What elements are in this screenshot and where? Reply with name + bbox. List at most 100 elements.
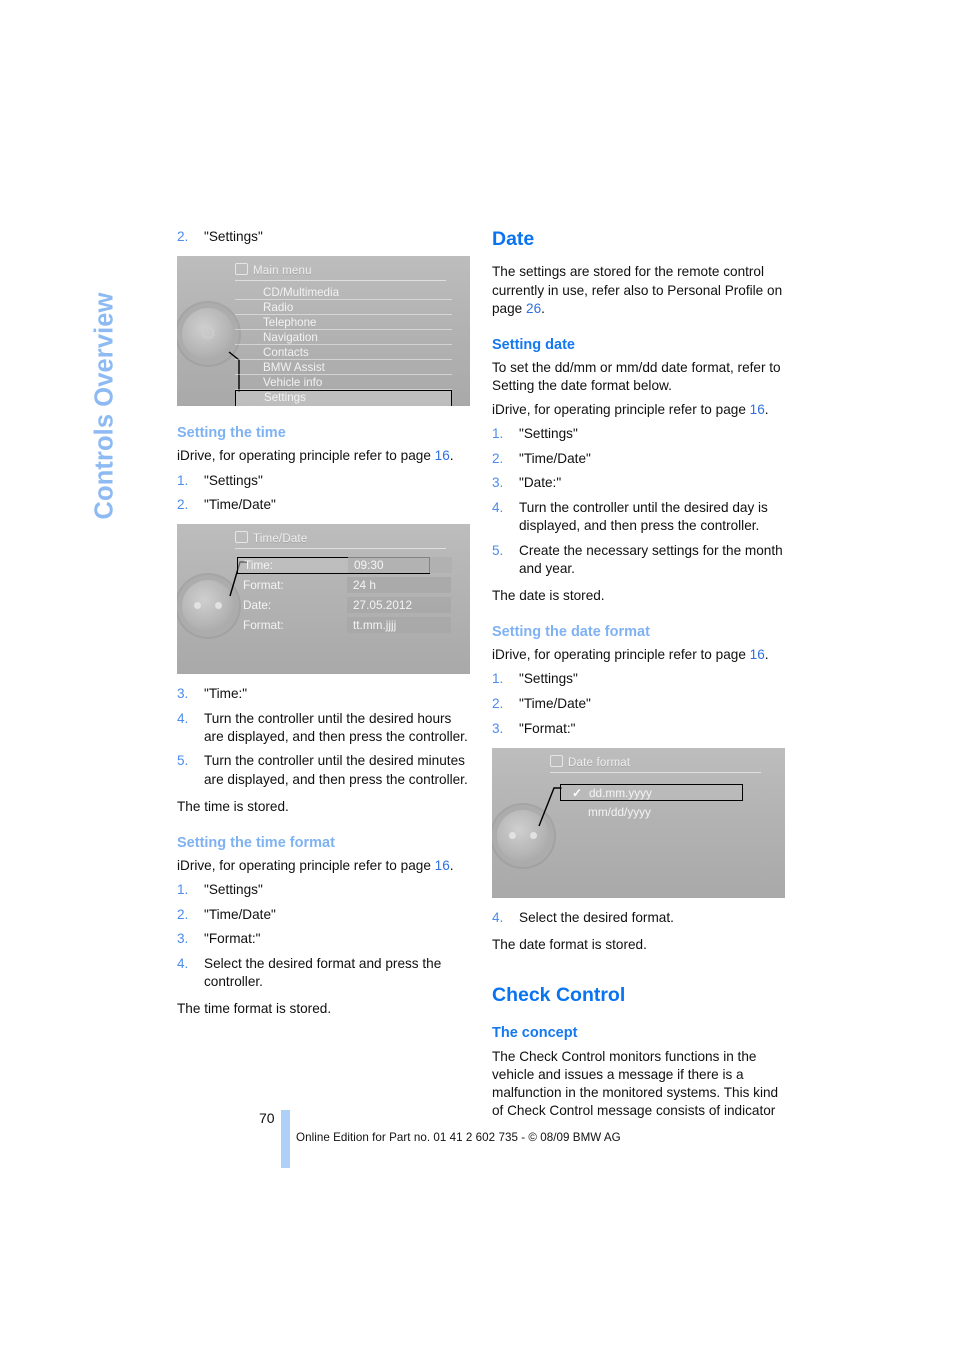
step-text: "Settings" (204, 472, 263, 488)
date-format-value: tt.mm.jjjj (347, 617, 451, 634)
date-value: 27.05.2012 (347, 597, 451, 614)
step-text: "Settings" (519, 426, 578, 442)
page-reference[interactable]: 16 (750, 647, 765, 662)
date-label: Date: (243, 598, 272, 613)
list-item: 1. "Settings" (177, 881, 470, 899)
date-row[interactable]: Date: 27.05.2012 (237, 597, 451, 614)
step-text: Select the desired format. (519, 909, 674, 925)
check-control-body: The Check Control monitors functions in … (492, 1048, 779, 1118)
step-number: 1. (492, 426, 504, 442)
menu-item-cd-multimedia[interactable]: CD/Multimedia (235, 285, 452, 301)
menu-item-radio[interactable]: Radio (235, 300, 452, 316)
time-format-row[interactable]: Format: 24 h (237, 577, 451, 594)
list-item: 4. Select the desired format and press t… (177, 955, 470, 991)
footer-accent-bar (281, 1110, 290, 1168)
page-reference[interactable]: 16 (435, 858, 450, 873)
chapter-tab: Controls Overview (90, 292, 119, 520)
list-item: 4. Turn the controller until the desired… (492, 499, 785, 535)
heading-the-concept: The concept (492, 1025, 578, 1042)
list-item: 4. Turn the controller until the desired… (177, 710, 470, 746)
step-number: 1. (177, 882, 189, 898)
option-mm-dd-yyyy[interactable]: mm/dd/yyyy (560, 804, 743, 821)
step-number: 2. (177, 229, 189, 244)
list-item: 3. "Time:" (177, 685, 470, 703)
time-format-label: Format: (243, 578, 284, 593)
page-reference[interactable]: 16 (435, 448, 450, 463)
option-label: dd.mm.yyyy (589, 785, 652, 800)
step-text: "Time/Date" (519, 695, 591, 711)
step-number: 4. (177, 955, 189, 971)
step-text: "Settings" (204, 882, 263, 898)
main-menu-list: CD/Multimedia Radio Telephone Navigation… (235, 285, 452, 407)
menu-item-bmw-assist[interactable]: BMW Assist (235, 360, 452, 376)
list-item: 3. "Date:" (492, 474, 785, 492)
idrive-reference-date-format: iDrive, for operating principle refer to… (492, 647, 769, 663)
menu-item-settings[interactable]: Settings (235, 390, 452, 407)
setting-date-format-steps: 1. "Settings" 2. "Time/Date" 3. "Format:… (492, 670, 785, 737)
option-dd-mm-yyyy[interactable]: ✓ dd.mm.yyyy (560, 783, 743, 801)
menu-item-navigation[interactable]: Navigation (235, 330, 452, 346)
heading-setting-the-date-format: Setting the date format (492, 623, 650, 640)
heading-setting-the-time: Setting the time (177, 425, 286, 442)
step-number: 2. (492, 450, 504, 466)
step-text: "Time/Date" (204, 906, 276, 922)
step-text: Turn the controller until the desired da… (519, 500, 768, 534)
list-item: 1. "Settings" (492, 670, 785, 688)
idrive-main-menu-screenshot: ⚙ Main menu CD/Multimedia Radio Telephon… (177, 256, 470, 407)
step-text: Create the necessary settings for the mo… (519, 542, 783, 576)
step-text: "Format:" (519, 720, 576, 736)
manual-page: Controls Overview 2. "Settings" ⚙ Main m… (0, 0, 954, 1350)
heading-check-control: Check Control (492, 983, 626, 1006)
list-item: 5. Create the necessary settings for the… (492, 542, 785, 578)
screen-title: Date format (550, 754, 630, 769)
time-value: 09:30 (348, 557, 452, 574)
list-item: 1. "Settings" (492, 425, 785, 443)
idrive-reference-setting-date: iDrive, for operating principle refer to… (492, 402, 769, 418)
list-item: 4. Select the desired format. (492, 909, 785, 927)
calendar-icon (550, 754, 563, 767)
time-label: Time: (244, 558, 274, 573)
time-format-stored-note: The time format is stored. (177, 1001, 332, 1017)
screen-title: Time/Date (235, 531, 307, 545)
time-date-row-list: Time: 09:30 Format: 24 h Date: 27.05.201… (237, 557, 452, 637)
step-number: 5. (177, 753, 189, 769)
menu-item-contacts[interactable]: Contacts (235, 345, 452, 361)
screen-title-rule (550, 771, 761, 773)
date-format-row[interactable]: Format: tt.mm.jjjj (237, 617, 451, 634)
date-intro-paragraph: The settings are stored for the remote c… (492, 264, 783, 316)
list-item: 2. "Time/Date" (177, 496, 470, 514)
step-text: "Settings" (519, 671, 578, 687)
heading-setting-date: Setting date (492, 336, 575, 353)
step-number: 3. (492, 475, 504, 491)
idrive-date-format-screenshot: Date format ✓ dd.mm.yyyy mm/dd/yyyy (492, 747, 785, 898)
page-reference[interactable]: 16 (750, 402, 765, 417)
page-reference[interactable]: 26 (526, 301, 541, 316)
step-text: "Date:" (519, 475, 562, 491)
setting-date-note: To set the dd/mm or mm/dd date format, r… (492, 360, 781, 394)
menu-item-telephone[interactable]: Telephone (235, 315, 452, 331)
step-text: Turn the controller until the desired ho… (204, 710, 468, 744)
option-label: mm/dd/yyyy (588, 804, 651, 819)
step-number: 5. (492, 542, 504, 558)
step-number: 3. (177, 931, 189, 947)
time-row[interactable]: Time: 09:30 (237, 557, 452, 575)
step-number: 2. (177, 497, 189, 513)
screen-title-rule (235, 280, 446, 282)
list-item: 1. "Settings" (177, 472, 470, 490)
date-format-stored-note: The date format is stored. (492, 936, 647, 952)
step-number: 4. (492, 500, 504, 516)
step-number: 1. (177, 472, 189, 488)
setting-date-format-steps-continued: 4. Select the desired format. (492, 909, 785, 927)
list-item: 2. "Time/Date" (492, 450, 785, 468)
menu-item-vehicle-info[interactable]: Vehicle info (235, 375, 452, 391)
page-number: 70 (259, 1110, 275, 1126)
heading-date: Date (492, 228, 535, 250)
date-stored-note: The date is stored. (492, 587, 605, 603)
setting-date-steps: 1. "Settings" 2. "Time/Date" 3. "Date:" … (492, 425, 785, 578)
step-text: "Time:" (204, 686, 248, 702)
lead-step-list: 2. "Settings" (177, 228, 470, 246)
step-number: 4. (492, 909, 504, 925)
list-item: 5. Turn the controller until the desired… (177, 752, 470, 788)
list-item: 3. "Format:" (492, 720, 785, 738)
right-column: Date The settings are stored for the rem… (492, 228, 785, 1120)
